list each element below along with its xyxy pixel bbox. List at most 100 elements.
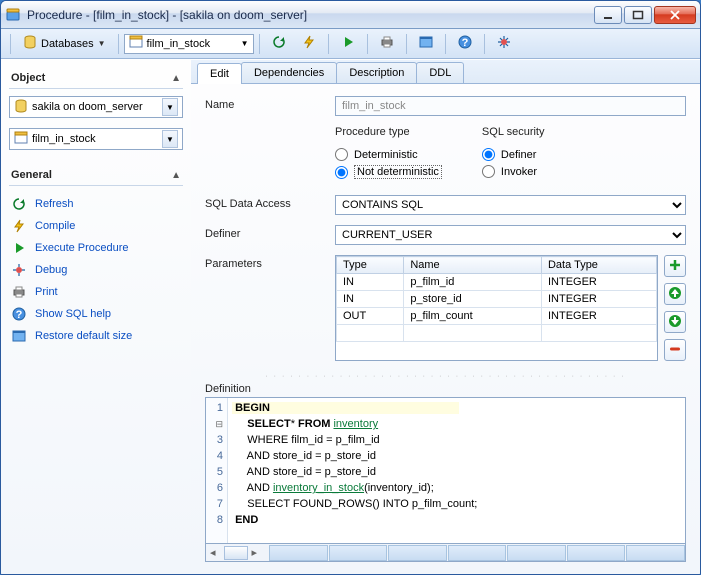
help-icon: ?: [11, 306, 27, 322]
name-input[interactable]: [335, 96, 686, 116]
radio-invoker[interactable]: Invoker: [482, 165, 545, 178]
move-down-button[interactable]: [664, 311, 686, 333]
arrow-up-icon: [668, 286, 682, 303]
splitter-handle[interactable]: · · · · · · · · · · · · · · · · · · · · …: [205, 371, 686, 381]
object-panel-header[interactable]: Object ▲: [9, 68, 183, 89]
compile-button[interactable]: [295, 33, 323, 55]
minimize-button[interactable]: [594, 6, 622, 24]
refresh-button[interactable]: [265, 33, 293, 55]
tab-description[interactable]: Description: [336, 62, 417, 83]
database-icon: [14, 99, 28, 116]
window-icon: [419, 35, 433, 52]
print-button[interactable]: [373, 33, 401, 55]
definer-select[interactable]: CURRENT_USER: [335, 225, 686, 245]
close-button[interactable]: [654, 6, 696, 24]
general-panel-header[interactable]: General ▲: [9, 165, 183, 186]
procedure-icon: [14, 131, 28, 148]
execute-button[interactable]: [334, 33, 362, 55]
main-panel: Edit Dependencies Description DDL Name P…: [191, 60, 700, 574]
databases-dropdown[interactable]: Databases ▼: [16, 33, 113, 55]
code-editor[interactable]: 1⊟345678 BEGIN SELECT* FROM inventory WH…: [205, 397, 686, 544]
compile-action[interactable]: Compile: [11, 218, 181, 234]
parameters-table[interactable]: Type Name Data Type INp_film_idINTEGER I…: [335, 255, 658, 361]
parameters-label: Parameters: [205, 255, 335, 361]
code-content[interactable]: BEGIN SELECT* FROM inventory WHERE film_…: [228, 398, 685, 543]
param-row[interactable]: INp_film_idINTEGER: [337, 274, 657, 291]
svg-text:?: ?: [16, 309, 23, 321]
arrow-down-icon: [668, 314, 682, 331]
lightning-icon: [302, 35, 316, 52]
procedure-combo[interactable]: film_in_stock ▼: [9, 128, 183, 150]
databases-label: Databases: [41, 38, 94, 50]
refresh-action[interactable]: Refresh: [11, 196, 181, 212]
move-up-button[interactable]: [664, 283, 686, 305]
tab-dependencies[interactable]: Dependencies: [241, 62, 337, 83]
param-row[interactable]: OUTp_film_countINTEGER: [337, 308, 657, 325]
edit-pane: Name Procedure type Deterministic Not de…: [191, 84, 700, 574]
radio-deterministic[interactable]: Deterministic: [335, 148, 442, 161]
chevron-down-icon: ▼: [241, 39, 249, 48]
object-combo-value: film_in_stock: [147, 38, 211, 50]
sql-security-label: SQL security: [482, 126, 545, 138]
database-combo-value: sakila on doom_server: [32, 101, 143, 113]
param-row-empty: [337, 325, 657, 342]
collapse-icon: ▲: [171, 170, 181, 181]
minus-icon: [668, 342, 682, 359]
refresh-icon: [11, 196, 27, 212]
database-icon: [23, 35, 37, 52]
object-combo[interactable]: film_in_stock ▼: [124, 34, 254, 54]
param-row[interactable]: INp_store_idINTEGER: [337, 291, 657, 308]
procedure-type-label: Procedure type: [335, 126, 442, 138]
tab-edit[interactable]: Edit: [197, 63, 242, 84]
scroll-right-icon[interactable]: ▸: [248, 546, 262, 559]
sql-data-access-label: SQL Data Access: [205, 195, 335, 210]
titlebar: Procedure - [film_in_stock] - [sakila on…: [1, 1, 700, 29]
procedure-combo-value: film_in_stock: [32, 133, 96, 145]
window-icon: [11, 328, 27, 344]
help-button[interactable]: ?: [451, 33, 479, 55]
sqlhelp-action[interactable]: ?Show SQL help: [11, 306, 181, 322]
window-layout-button[interactable]: [412, 33, 440, 55]
definer-label: Definer: [205, 225, 335, 240]
debug-icon: [11, 262, 27, 278]
add-param-button[interactable]: [664, 255, 686, 277]
chevron-down-icon: ▼: [162, 130, 178, 148]
debug-button[interactable]: [490, 33, 518, 55]
debug-action[interactable]: Debug: [11, 262, 181, 278]
definition-label: Definition: [205, 381, 686, 397]
database-combo[interactable]: sakila on doom_server ▼: [9, 96, 183, 118]
sql-data-access-select[interactable]: CONTAINS SQL: [335, 195, 686, 215]
procedure-editor-window: Procedure - [film_in_stock] - [sakila on…: [0, 0, 701, 575]
maximize-button[interactable]: [624, 6, 652, 24]
lightning-icon: [11, 218, 27, 234]
radio-definer[interactable]: Definer: [482, 148, 545, 161]
collapse-icon: ▲: [171, 73, 181, 84]
print-action[interactable]: Print: [11, 284, 181, 300]
help-icon: ?: [458, 35, 472, 52]
tab-bar: Edit Dependencies Description DDL: [191, 60, 700, 84]
line-gutter: 1⊟345678: [206, 398, 228, 543]
execute-action[interactable]: Execute Procedure: [11, 240, 181, 256]
link-inventory[interactable]: inventory: [333, 418, 378, 430]
col-name[interactable]: Name: [404, 257, 542, 274]
link-inventory-in-stock[interactable]: inventory_in_stock: [273, 482, 364, 494]
scroll-left-icon[interactable]: ◂: [206, 546, 220, 559]
col-type[interactable]: Type: [337, 257, 404, 274]
printer-icon: [380, 35, 394, 52]
window-title: Procedure - [film_in_stock] - [sakila on…: [27, 8, 594, 22]
app-icon: [5, 7, 21, 23]
play-icon: [11, 240, 27, 256]
tab-ddl[interactable]: DDL: [416, 62, 464, 83]
printer-icon: [11, 284, 27, 300]
play-icon: [341, 35, 355, 52]
scrollbar-thumb[interactable]: [224, 546, 248, 560]
plus-icon: [668, 258, 682, 275]
name-label: Name: [205, 96, 335, 111]
col-datatype[interactable]: Data Type: [541, 257, 656, 274]
remove-param-button[interactable]: [664, 339, 686, 361]
procedure-icon: [129, 35, 143, 52]
radio-not-deterministic[interactable]: Not deterministic: [335, 165, 442, 179]
main-toolbar: Databases ▼ film_in_stock ▼ ?: [1, 29, 700, 59]
restore-size-action[interactable]: Restore default size: [11, 328, 181, 344]
horizontal-scrollbar[interactable]: ◂ ▸: [205, 544, 686, 562]
